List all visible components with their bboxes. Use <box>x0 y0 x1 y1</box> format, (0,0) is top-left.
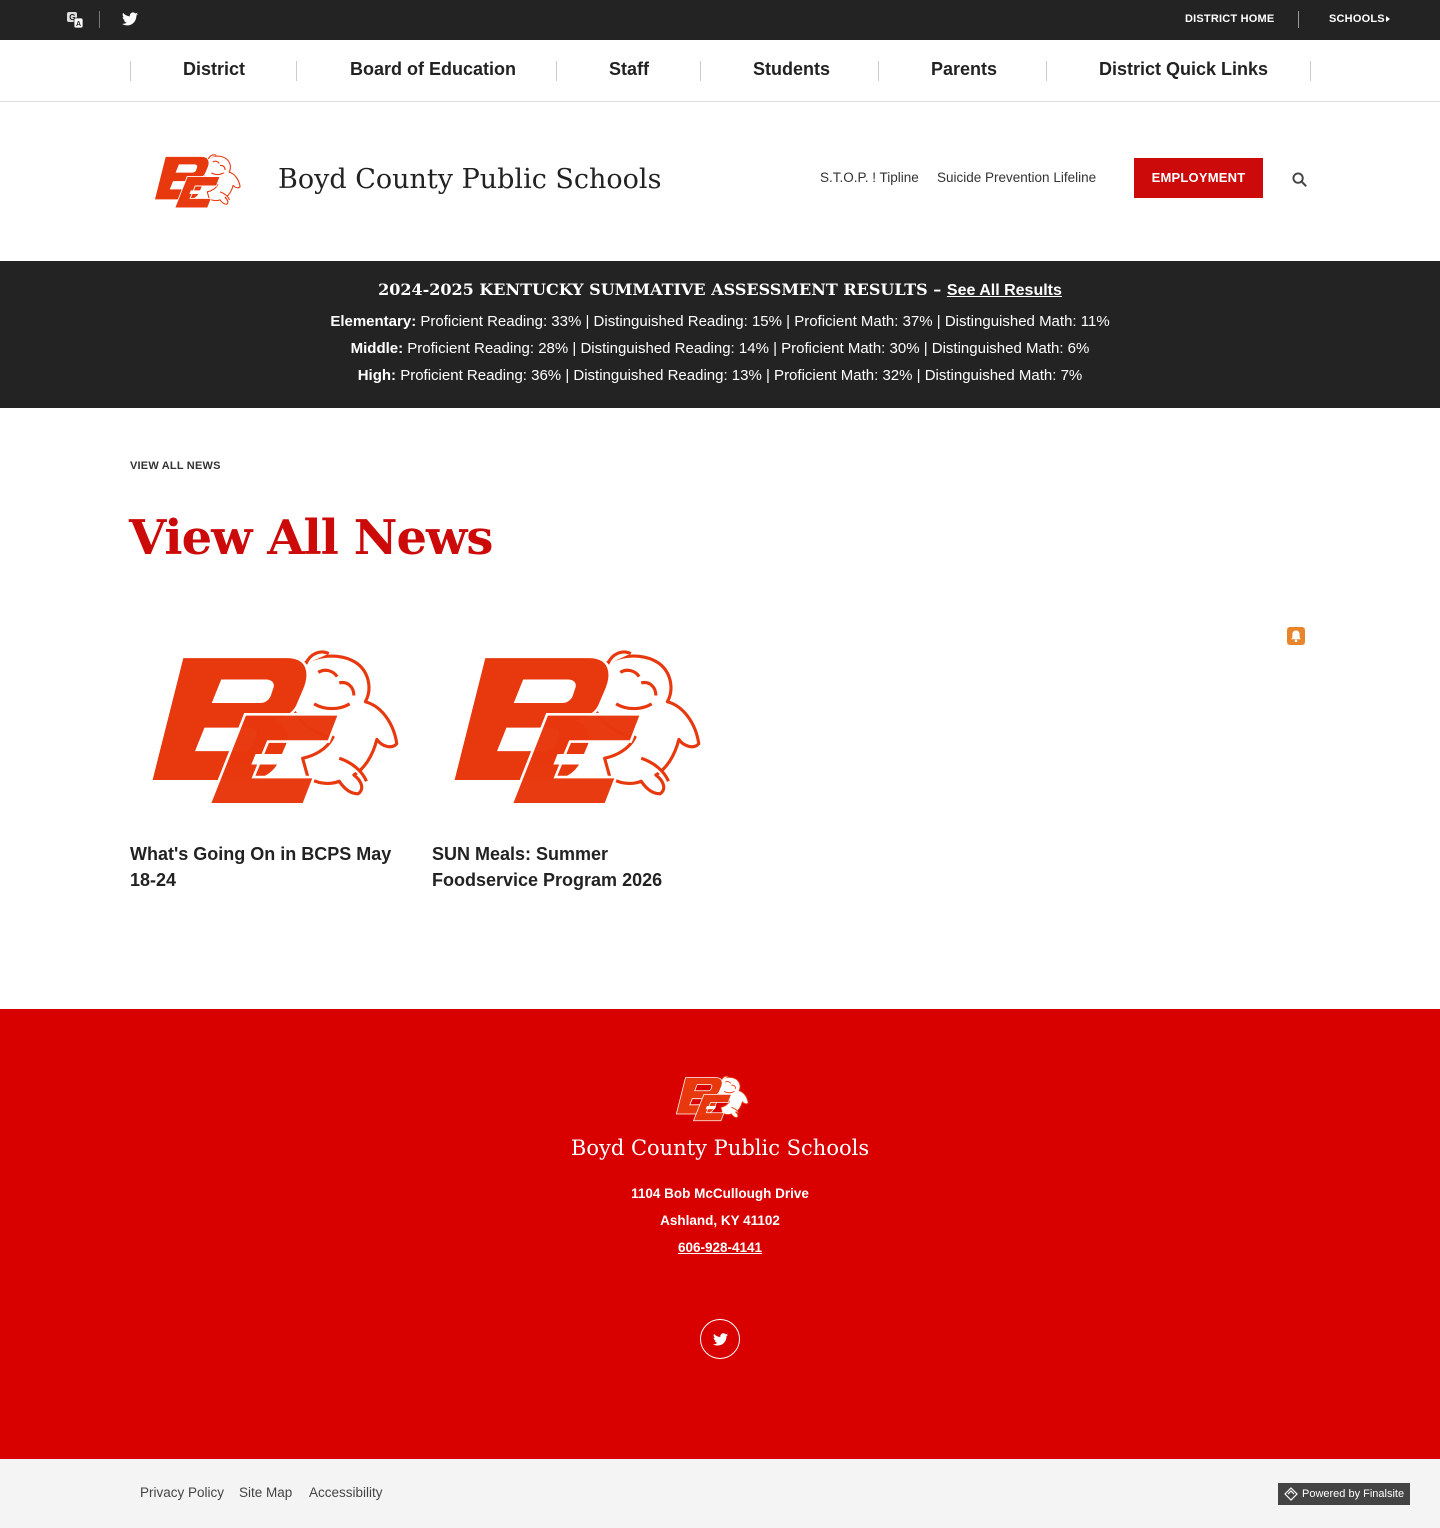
powered-by-text: Powered by Finalsite <box>1302 1488 1405 1500</box>
nav-divider <box>130 61 131 81</box>
caret-right-icon <box>1386 16 1390 22</box>
utility-bar: G A DISTRICT HOME SCHOOLS <box>0 0 1440 40</box>
footer-address-line1: 1104 Bob McCullough Drive <box>631 1186 809 1201</box>
nav-item-parents[interactable]: Parents <box>931 59 997 80</box>
site-footer: Boyd County Public Schools 1104 Bob McCu… <box>0 1009 1440 1459</box>
footer-phone-link[interactable]: 606-928-4141 <box>0 1240 1440 1255</box>
nav-item-district-quick-links[interactable]: District Quick Links <box>1099 59 1268 80</box>
news-title[interactable]: SUN Meals: Summer Foodservice Program 20… <box>432 841 704 893</box>
banner-row-text: Proficient Reading: 28% | Distinguished … <box>407 340 1090 357</box>
finalsite-icon <box>1284 1487 1298 1501</box>
nav-divider <box>296 61 297 81</box>
topbar-divider <box>99 11 100 28</box>
nav-divider <box>700 61 701 81</box>
nav-divider <box>1310 61 1311 81</box>
district-logo[interactable] <box>146 151 243 213</box>
stop-tipline-link[interactable]: S.T.O.P. ! Tipline <box>820 170 919 185</box>
nav-divider <box>1046 61 1047 81</box>
banner-row-elementary: Elementary: Proficient Reading: 33% | Di… <box>0 313 1440 330</box>
suicide-prevention-link[interactable]: Suicide Prevention Lifeline <box>937 170 1096 185</box>
district-home-link[interactable]: DISTRICT HOME <box>1185 13 1274 25</box>
footer-twitter-button[interactable] <box>700 1319 740 1359</box>
twitter-icon[interactable] <box>122 12 138 26</box>
site-header: Boyd County Public Schools S.T.O.P. ! Ti… <box>0 102 1440 261</box>
schools-dropdown[interactable]: SCHOOLS <box>1329 13 1385 25</box>
banner-row-text: Proficient Reading: 36% | Distinguished … <box>400 367 1083 384</box>
banner-row-label: Elementary: <box>330 313 417 330</box>
main-navigation: District Board of Education Staff Studen… <box>0 40 1440 102</box>
nav-item-students[interactable]: Students <box>753 59 830 80</box>
banner-row-text: Proficient Reading: 33% | Distinguished … <box>420 313 1110 330</box>
twitter-icon <box>713 1333 728 1346</box>
nav-item-board-of-education[interactable]: Board of Education <box>350 59 516 80</box>
search-icon[interactable] <box>1292 172 1307 187</box>
news-card[interactable]: What's Going On in BCPS May 18-24 <box>130 640 402 893</box>
page-title: View All News <box>129 510 493 566</box>
bell-icon <box>1291 630 1301 643</box>
nav-divider <box>878 61 879 81</box>
news-thumbnail[interactable] <box>432 640 704 820</box>
breadcrumb[interactable]: VIEW ALL NEWS <box>130 460 221 472</box>
nav-item-staff[interactable]: Staff <box>609 59 649 80</box>
rss-icon[interactable] <box>1287 627 1305 645</box>
privacy-policy-link[interactable]: Privacy Policy <box>140 1485 224 1500</box>
assessment-banner: 2024-2025 KENTUCKY SUMMATIVE ASSESSMENT … <box>0 261 1440 408</box>
translate-icon[interactable]: G A <box>66 11 84 29</box>
accessibility-link[interactable]: Accessibility <box>309 1485 383 1500</box>
svg-text:A: A <box>76 21 81 28</box>
banner-title: 2024-2025 KENTUCKY SUMMATIVE ASSESSMENT … <box>0 280 1440 300</box>
site-map-link[interactable]: Site Map <box>239 1485 292 1500</box>
news-title[interactable]: What's Going On in BCPS May 18-24 <box>130 841 402 893</box>
bottom-bar: Privacy Policy Site Map Accessibility Po… <box>0 1459 1440 1528</box>
banner-row-label: Middle: <box>350 340 404 357</box>
footer-logo[interactable] <box>670 1073 750 1125</box>
news-card[interactable]: SUN Meals: Summer Foodservice Program 20… <box>432 640 704 893</box>
see-all-results-link[interactable]: See All Results <box>947 282 1062 299</box>
footer-address-line2: Ashland, KY 41102 <box>660 1213 780 1228</box>
employment-button[interactable]: EMPLOYMENT <box>1134 158 1263 198</box>
banner-row-high: High: Proficient Reading: 36% | Distingu… <box>0 367 1440 384</box>
powered-by-finalsite-link[interactable]: Powered by Finalsite <box>1278 1483 1410 1505</box>
news-thumbnail[interactable] <box>130 640 402 820</box>
banner-heading: 2024-2025 KENTUCKY SUMMATIVE ASSESSMENT … <box>378 280 942 299</box>
footer-school-name: Boyd County Public Schools <box>570 1136 870 1160</box>
banner-row-middle: Middle: Proficient Reading: 28% | Distin… <box>0 340 1440 357</box>
topbar-divider <box>1298 11 1299 28</box>
nav-divider <box>556 61 557 81</box>
banner-row-label: High: <box>357 367 397 384</box>
nav-item-district[interactable]: District <box>183 59 245 80</box>
site-title[interactable]: Boyd County Public Schools <box>278 164 661 195</box>
